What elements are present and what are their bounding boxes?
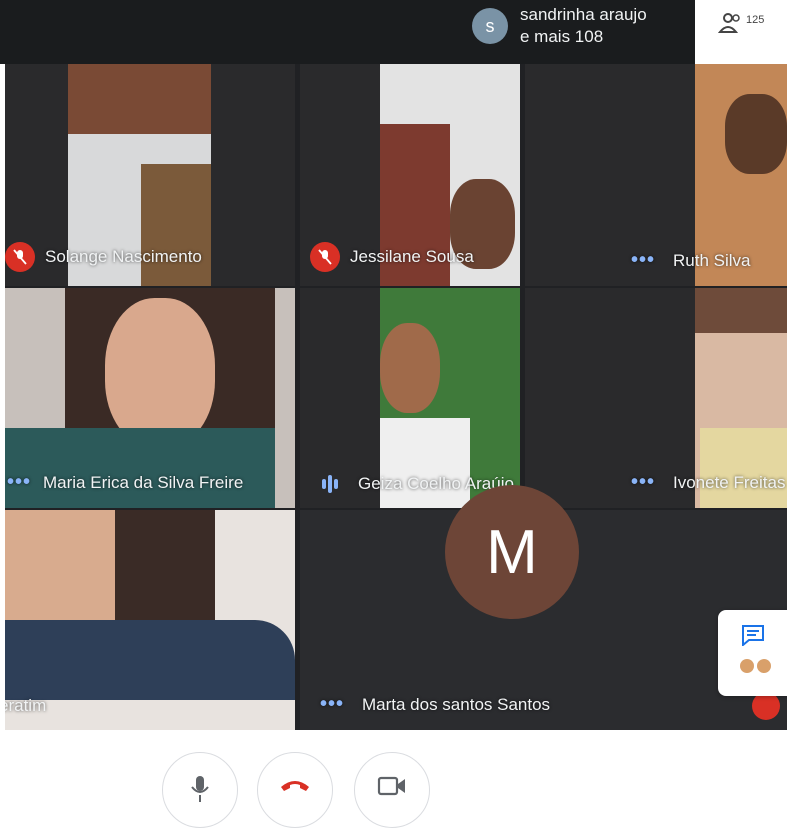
microphone-button[interactable]: [162, 752, 238, 828]
speaking-icon: [312, 475, 348, 493]
leave-call-button[interactable]: [257, 752, 333, 828]
participant-name-tag: ••• Ivonete Freitas: [623, 471, 785, 494]
presenter-name: sandrinha araujo: [520, 5, 647, 24]
participant-name: Solange Nascimento: [45, 247, 202, 266]
side-panel[interactable]: [718, 610, 787, 696]
participant-name-tag: ••• Marta dos santos Santos: [312, 693, 550, 716]
participant-avatar: M: [445, 485, 579, 619]
people-button[interactable]: 125: [717, 10, 784, 50]
top-bar: s sandrinha araujo e mais 108 125: [0, 0, 787, 64]
mic-off-icon: [752, 692, 780, 720]
presenter-info: sandrinha araujo e mais 108: [520, 4, 647, 48]
participant-tile[interactable]: ••• Ivonete Freitas: [525, 288, 787, 508]
participant-name: Jessilane Sousa: [350, 247, 474, 266]
participant-name-tag: Jessilane Sousa: [310, 242, 474, 272]
participant-name-tag: ••• Ruth Silva: [623, 249, 751, 272]
participant-tile[interactable]: Solange Nascimento: [5, 64, 295, 286]
microphone-icon: [189, 753, 211, 808]
participant-name: Ruth Silva: [673, 250, 751, 270]
participant-name-tag: Solange Nascimento: [5, 242, 202, 272]
mic-off-icon: [310, 242, 340, 272]
hang-up-icon: [279, 753, 311, 800]
people-count: 125: [746, 14, 765, 26]
call-controls: [0, 730, 787, 828]
participant-name: Maria Erica da Silva Freire: [43, 472, 244, 492]
more-icon: •••: [6, 471, 31, 493]
participant-tile[interactable]: Geiza Coelho Araújo: [300, 288, 520, 508]
people-icon: [717, 10, 744, 41]
participant-name: Ivonete Freitas: [673, 472, 786, 492]
participant-tile[interactable]: ••• Ruth Silva: [525, 64, 787, 286]
participant-name: eratim: [5, 696, 47, 715]
more-icon: •••: [630, 249, 655, 271]
chat-icon[interactable]: [741, 624, 765, 651]
participant-name-tag: eratim: [5, 696, 46, 716]
camera-button[interactable]: [354, 752, 430, 828]
presenter-more: e mais 108: [520, 27, 604, 46]
more-icon: •••: [319, 693, 344, 715]
presenter-avatar: s: [472, 8, 508, 44]
camera-icon: [377, 753, 407, 802]
participant-name-tag: ••• Maria Erica da Silva Freire: [5, 471, 243, 494]
participant-tile[interactable]: eratim: [5, 510, 295, 730]
participant-name: Marta dos santos Santos: [362, 694, 551, 714]
participant-tile[interactable]: ••• Maria Erica da Silva Freire: [5, 288, 295, 508]
reactions-icon[interactable]: [738, 656, 778, 681]
mic-off-icon: [5, 242, 35, 272]
presenter-chip[interactable]: s sandrinha araujo e mais 108: [472, 4, 647, 48]
participant-tile[interactable]: Jessilane Sousa: [300, 64, 520, 286]
more-icon: •••: [630, 471, 655, 493]
video-grid: Solange Nascimento Jessilane Sousa ••• R…: [5, 64, 787, 730]
